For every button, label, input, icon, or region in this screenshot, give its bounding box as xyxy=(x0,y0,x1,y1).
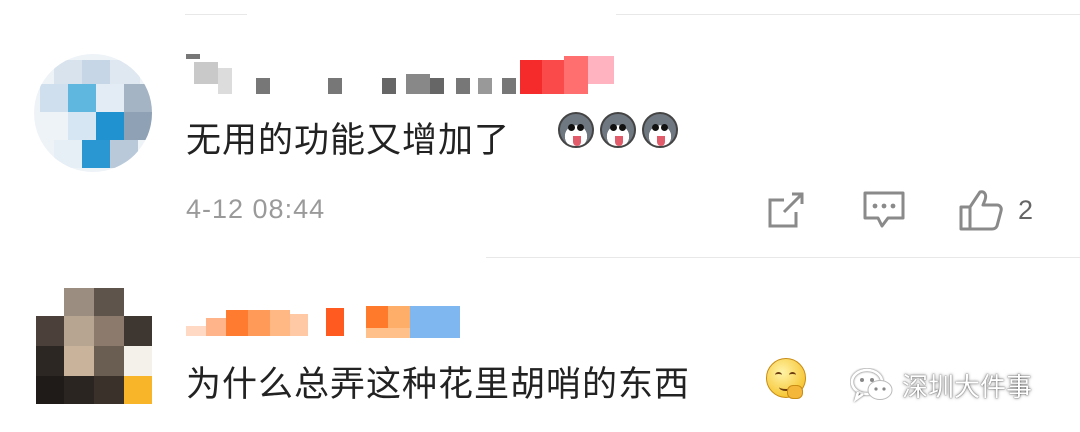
smirk-icon xyxy=(766,358,806,399)
like-button[interactable]: 2 xyxy=(958,188,1033,232)
reply-button[interactable] xyxy=(862,190,906,232)
dog-icon xyxy=(558,112,594,148)
comment-divider xyxy=(486,257,1080,258)
avatar[interactable] xyxy=(36,288,152,404)
like-count: 2 xyxy=(1018,194,1034,225)
timestamp: 4-12 08:44 xyxy=(186,194,326,224)
comment-icon xyxy=(863,191,905,228)
comment-text: 为什么总弄这种花里胡哨的东西 xyxy=(186,365,691,404)
watermark: 深圳大件事 xyxy=(850,367,1032,404)
avatar[interactable] xyxy=(34,54,152,172)
wechat-icon xyxy=(850,368,893,402)
watermark-label: 深圳大件事 xyxy=(902,372,1033,402)
comment-text: 无用的功能又增加了 xyxy=(186,121,511,160)
thumbs-up-icon xyxy=(959,190,1003,231)
top-divider xyxy=(185,14,247,15)
username-redacted[interactable] xyxy=(186,298,466,342)
dog-icon xyxy=(600,112,636,148)
emoji-row xyxy=(558,112,678,148)
dog-icon xyxy=(642,112,678,148)
share-icon xyxy=(768,192,804,228)
share-button[interactable] xyxy=(766,190,806,230)
top-divider-right xyxy=(616,14,1080,15)
username-redacted[interactable] xyxy=(186,44,616,100)
